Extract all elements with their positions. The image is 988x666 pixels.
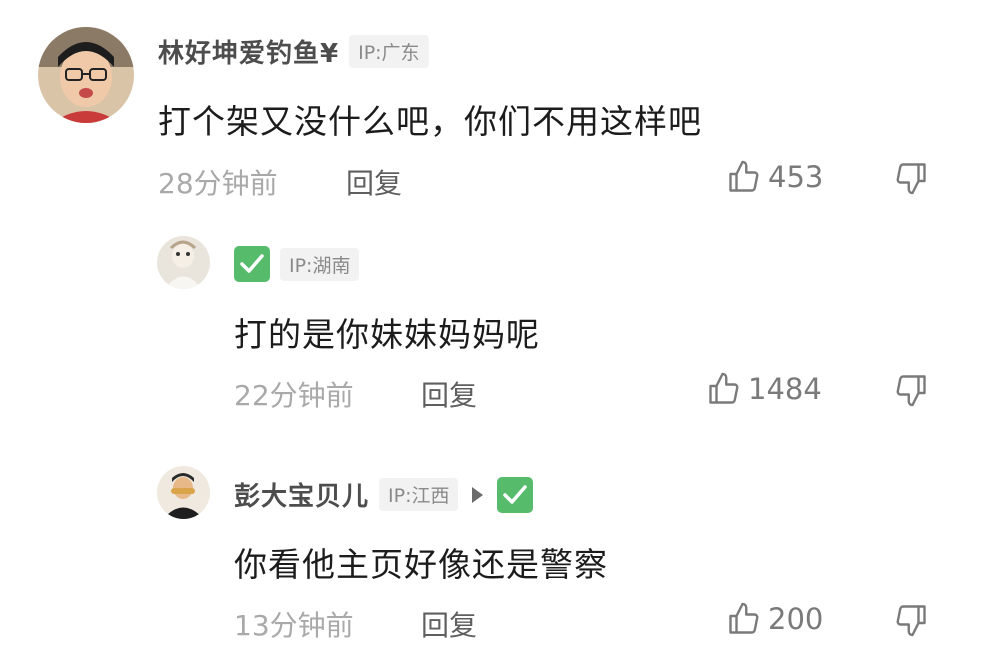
reply-button[interactable]: 回复 [346,162,402,202]
like-button[interactable]: 200 [726,601,823,637]
like-button[interactable]: 453 [726,159,823,195]
ip-location-badge: IP:广东 [349,35,429,68]
avatar[interactable] [38,27,134,123]
like-count: 200 [768,602,824,636]
avatar[interactable] [157,236,210,289]
like-button[interactable]: 1484 [706,371,822,407]
reply-button[interactable]: 回复 [421,604,477,644]
thumbs-up-icon [709,372,739,404]
thumbs-up-icon [729,160,759,192]
dislike-button[interactable] [893,372,929,412]
check-icon [240,254,264,273]
comment-time: 13分钟前 [234,609,354,642]
comment-time: 28分钟前 [158,167,278,200]
like-count: 1484 [748,372,822,406]
dislike-button[interactable] [893,602,929,642]
avatar[interactable] [157,466,210,519]
username[interactable]: 林好坤爱钓鱼¥ [158,33,339,70]
ip-location-badge: IP:湖南 [280,247,360,281]
verified-badge [234,246,270,282]
username[interactable]: 彭大宝贝儿 [234,476,369,513]
verified-badge [497,476,534,513]
dislike-button[interactable] [893,160,929,200]
comment-text: 打的是你妹妹妈妈呢 [234,315,540,354]
comment-time: 22分钟前 [234,379,354,412]
thumbs-up-icon [729,602,759,634]
comment-text: 你看他主页好像还是警察 [234,545,608,584]
thumbs-down-icon [896,605,926,637]
check-icon [503,484,528,504]
thumbs-down-icon [896,163,926,195]
ip-location-badge: IP:江西 [379,478,459,511]
like-count: 453 [768,160,824,194]
play-arrow-icon [472,486,484,503]
comment-text: 打个架又没什么吧，你们不用这样吧 [158,102,702,141]
reply-button[interactable]: 回复 [421,374,477,414]
thumbs-down-icon [896,375,926,407]
